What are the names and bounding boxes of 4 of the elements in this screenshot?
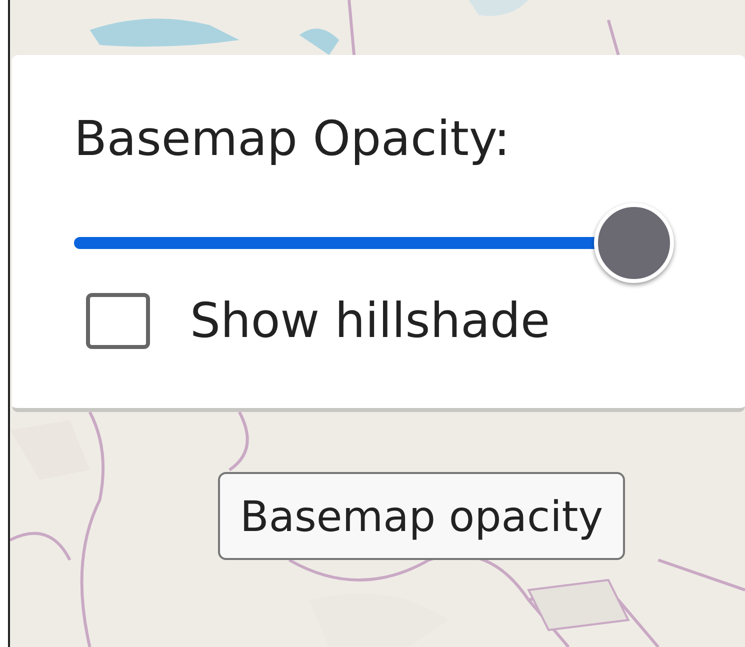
hillshade-checkbox[interactable] [86,293,150,349]
panel-title: Basemap Opacity: [74,115,512,163]
checkbox-label: Show hillshade [190,297,550,345]
tooltip: Basemap opacity [218,472,626,560]
